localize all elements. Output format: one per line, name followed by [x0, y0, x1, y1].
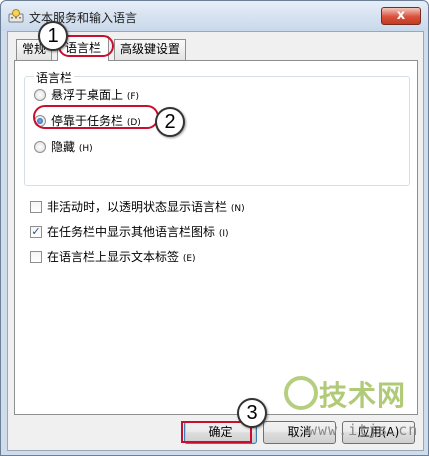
accelerator: (H): [78, 144, 93, 154]
option-text: 在语言栏上显示文本标签: [47, 250, 180, 264]
step-callout-3: 3: [237, 398, 267, 428]
group-title: 语言栏: [34, 69, 75, 86]
radio-button[interactable]: [34, 89, 46, 101]
checkbox[interactable]: [30, 251, 42, 263]
radio-button[interactable]: [34, 141, 46, 153]
accelerator: (N): [230, 204, 245, 214]
tab-advanced-key-settings[interactable]: 高级键设置: [114, 39, 187, 60]
step-callout-1: 1: [38, 21, 68, 51]
close-icon: x: [396, 8, 406, 23]
watermark-logo-icon: [284, 376, 318, 410]
tab-label: 高级键设置: [120, 42, 181, 56]
option-label: 隐藏 (H): [51, 139, 93, 157]
language-bar-group: 语言栏 悬浮于桌面上 (F) 停靠于任务栏 (D) 隐藏 (H): [24, 69, 410, 186]
option-label: 非活动时，以透明状态显示语言栏 (N): [47, 199, 245, 217]
dialog-window: 文本服务和输入语言 x 常规 语言栏 高级键设置 语言栏 悬浮于桌面上 (F) …: [0, 0, 429, 456]
checkbox[interactable]: [30, 201, 42, 213]
accelerator: (I): [218, 229, 229, 239]
watermark-url: www.itjs.cn: [308, 421, 419, 439]
option-text: 在任务栏中显示其他语言栏图标: [47, 225, 216, 239]
step-callout-2: 2: [155, 107, 185, 137]
accelerator: (E): [182, 254, 196, 264]
option-label: 在任务栏中显示其他语言栏图标 (I): [47, 224, 229, 242]
checkbox-checked[interactable]: ✓: [30, 226, 42, 238]
option-text: 非活动时，以透明状态显示语言栏: [47, 200, 228, 214]
option-label: 在语言栏上显示文本标签 (E): [47, 249, 196, 267]
option-highlight-outline: [33, 105, 159, 129]
option-text: 隐藏: [51, 140, 76, 154]
watermark-text: 技术网: [319, 379, 407, 412]
keyboard-icon: [8, 9, 24, 23]
option-text: 悬浮于桌面上: [51, 88, 124, 102]
accelerator: (F): [126, 92, 140, 102]
close-button[interactable]: x: [381, 7, 421, 25]
option-label: 悬浮于桌面上 (F): [51, 87, 139, 105]
